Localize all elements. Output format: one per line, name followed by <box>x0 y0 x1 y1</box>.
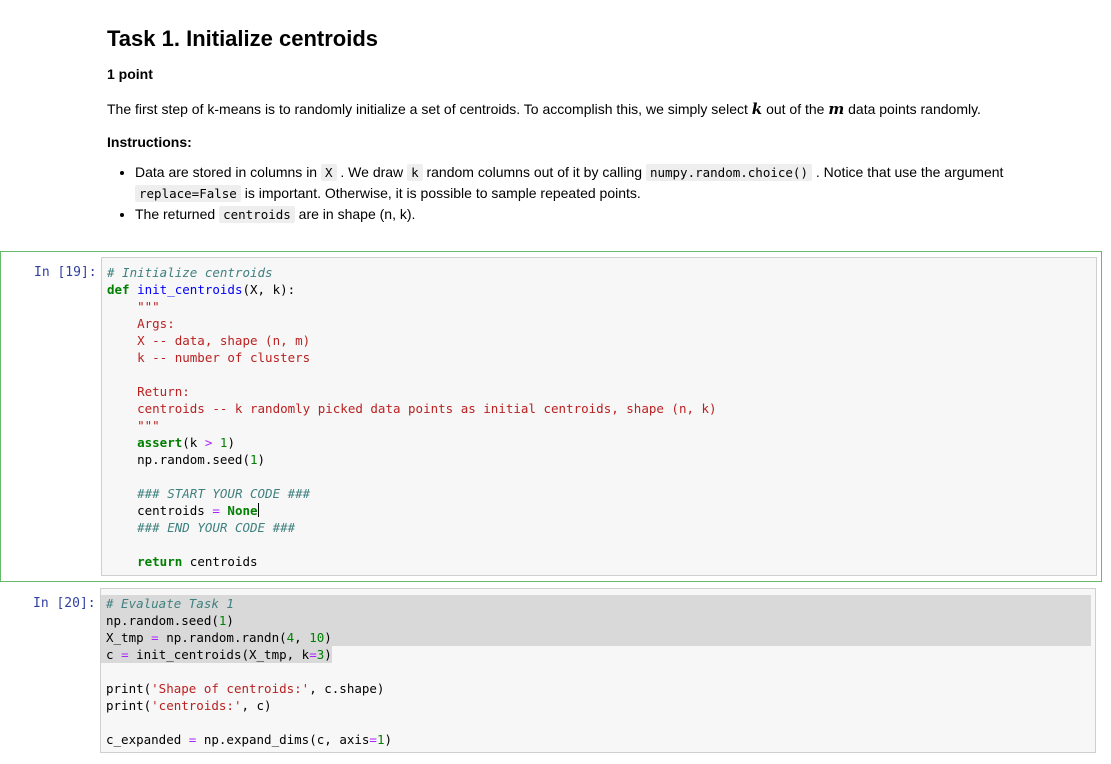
code-keyword: def <box>107 282 130 297</box>
bullet-text: . Notice that use the argument <box>811 164 1004 180</box>
points-label: 1 point <box>107 66 153 82</box>
inline-code: X <box>320 164 337 181</box>
intro-text-a: The first step of k-means is to randomly… <box>107 101 752 117</box>
code-editor[interactable]: # Evaluate Task 1 np.random.seed(1) X_tm… <box>100 588 1096 753</box>
code-docstring: """ <box>107 418 160 433</box>
code-keyword: assert <box>137 435 183 450</box>
code-docstring: """ <box>107 299 160 314</box>
code-editor[interactable]: # Initialize centroids def init_centroid… <box>101 257 1097 576</box>
code-keyword: return <box>137 554 183 569</box>
code-comment: # Initialize centroids <box>107 265 273 280</box>
code-text: centroids <box>107 503 213 518</box>
code-operator: = <box>212 503 220 518</box>
list-item: The returned centroids are in shape (n, … <box>135 204 1095 225</box>
bullet-text: random columns out of it by calling <box>422 164 646 180</box>
cell-prompt: In [20]: <box>33 596 96 611</box>
code-text: centroids <box>182 554 258 569</box>
code-operator: = <box>309 647 317 662</box>
code-string: 'centroids:' <box>151 698 242 713</box>
code-text: X_tmp <box>106 630 152 645</box>
code-text: , c.shape) <box>309 681 385 696</box>
inline-code: replace=False <box>135 185 241 202</box>
selected-line: X_tmp = np.random.randn(4, 10) <box>101 629 1091 646</box>
code-comment: ### START YOUR CODE ### <box>137 486 311 501</box>
code-keyword: None <box>227 503 258 518</box>
bullet-text: The returned <box>135 206 220 222</box>
code-text: np.random.seed( <box>106 613 219 628</box>
code-operator: = <box>369 732 377 747</box>
bullet-text: . We draw <box>336 164 408 180</box>
math-m: m <box>828 100 845 118</box>
code-comment: ### END YOUR CODE ### <box>137 520 296 535</box>
code-docstring: k -- number of clusters <box>107 350 311 365</box>
inline-code: numpy.random.choice() <box>645 164 812 181</box>
code-cell-20[interactable]: In [20]: # Evaluate Task 1 np.random.see… <box>0 588 1102 756</box>
intro-text-c: data points randomly. <box>844 101 981 117</box>
math-k: k <box>751 100 763 118</box>
code-text: ) <box>226 613 234 628</box>
code-text: , <box>294 630 310 645</box>
selected-line: np.random.seed(1) <box>101 612 1091 629</box>
inline-code: centroids <box>219 206 295 223</box>
code-comment: # Evaluate Task 1 <box>106 596 234 611</box>
code-text: print( <box>106 698 152 713</box>
code-text: ) <box>324 647 332 662</box>
code-text: init_centroids(X_tmp, k <box>128 647 310 662</box>
code-docstring: Return: <box>107 384 190 399</box>
code-text: c_expanded <box>106 732 189 747</box>
selected-line: c = init_centroids(X_tmp, k=3) <box>101 646 332 663</box>
code-text: np.random.seed( <box>107 452 250 467</box>
code-string: 'Shape of centroids:' <box>151 681 310 696</box>
code-text: (k <box>182 435 205 450</box>
code-operator: = <box>121 647 129 662</box>
selected-line: # Evaluate Task 1 <box>101 595 1091 612</box>
code-text: c <box>106 647 122 662</box>
code-text: np.expand_dims(c, axis <box>196 732 370 747</box>
code-text: ) <box>384 732 393 747</box>
code-operator: = <box>151 630 159 645</box>
code-docstring: Args: <box>107 316 175 331</box>
code-text: ) <box>257 452 266 467</box>
code-text: (X, k): <box>242 282 296 297</box>
task-title: Task 1. Initialize centroids <box>107 26 379 51</box>
cell-prompt: In [19]: <box>34 265 97 280</box>
code-cell-19[interactable]: In [19]: # Initialize centroids def init… <box>0 251 1102 582</box>
instructions-heading: Instructions: <box>107 134 192 150</box>
code-number: 10 <box>309 630 325 645</box>
code-text: ) <box>227 435 235 450</box>
inline-code: k <box>407 164 423 181</box>
instructions-list: Data are stored in columns in X . We dra… <box>107 162 1095 225</box>
bullet-text: is important. Otherwise, it is possible … <box>240 185 641 201</box>
code-text: , c) <box>241 698 272 713</box>
code-text: np.random.randn( <box>158 630 287 645</box>
code-number: 1 <box>250 452 258 467</box>
code-text: print( <box>106 681 152 696</box>
code-docstring: centroids -- k randomly picked data poin… <box>107 401 717 416</box>
text-cursor <box>257 503 259 517</box>
intro-paragraph: The first step of k-means is to randomly… <box>107 100 981 118</box>
code-text: ) <box>324 630 332 645</box>
code-docstring: X -- data, shape (n, m) <box>107 333 311 348</box>
bullet-text: are in shape (n, k). <box>294 206 416 222</box>
code-function-name: init_centroids <box>137 282 243 297</box>
list-item: Data are stored in columns in X . We dra… <box>135 162 1095 204</box>
bullet-text: Data are stored in columns in <box>135 164 321 180</box>
intro-text-b: out of the <box>762 101 829 117</box>
